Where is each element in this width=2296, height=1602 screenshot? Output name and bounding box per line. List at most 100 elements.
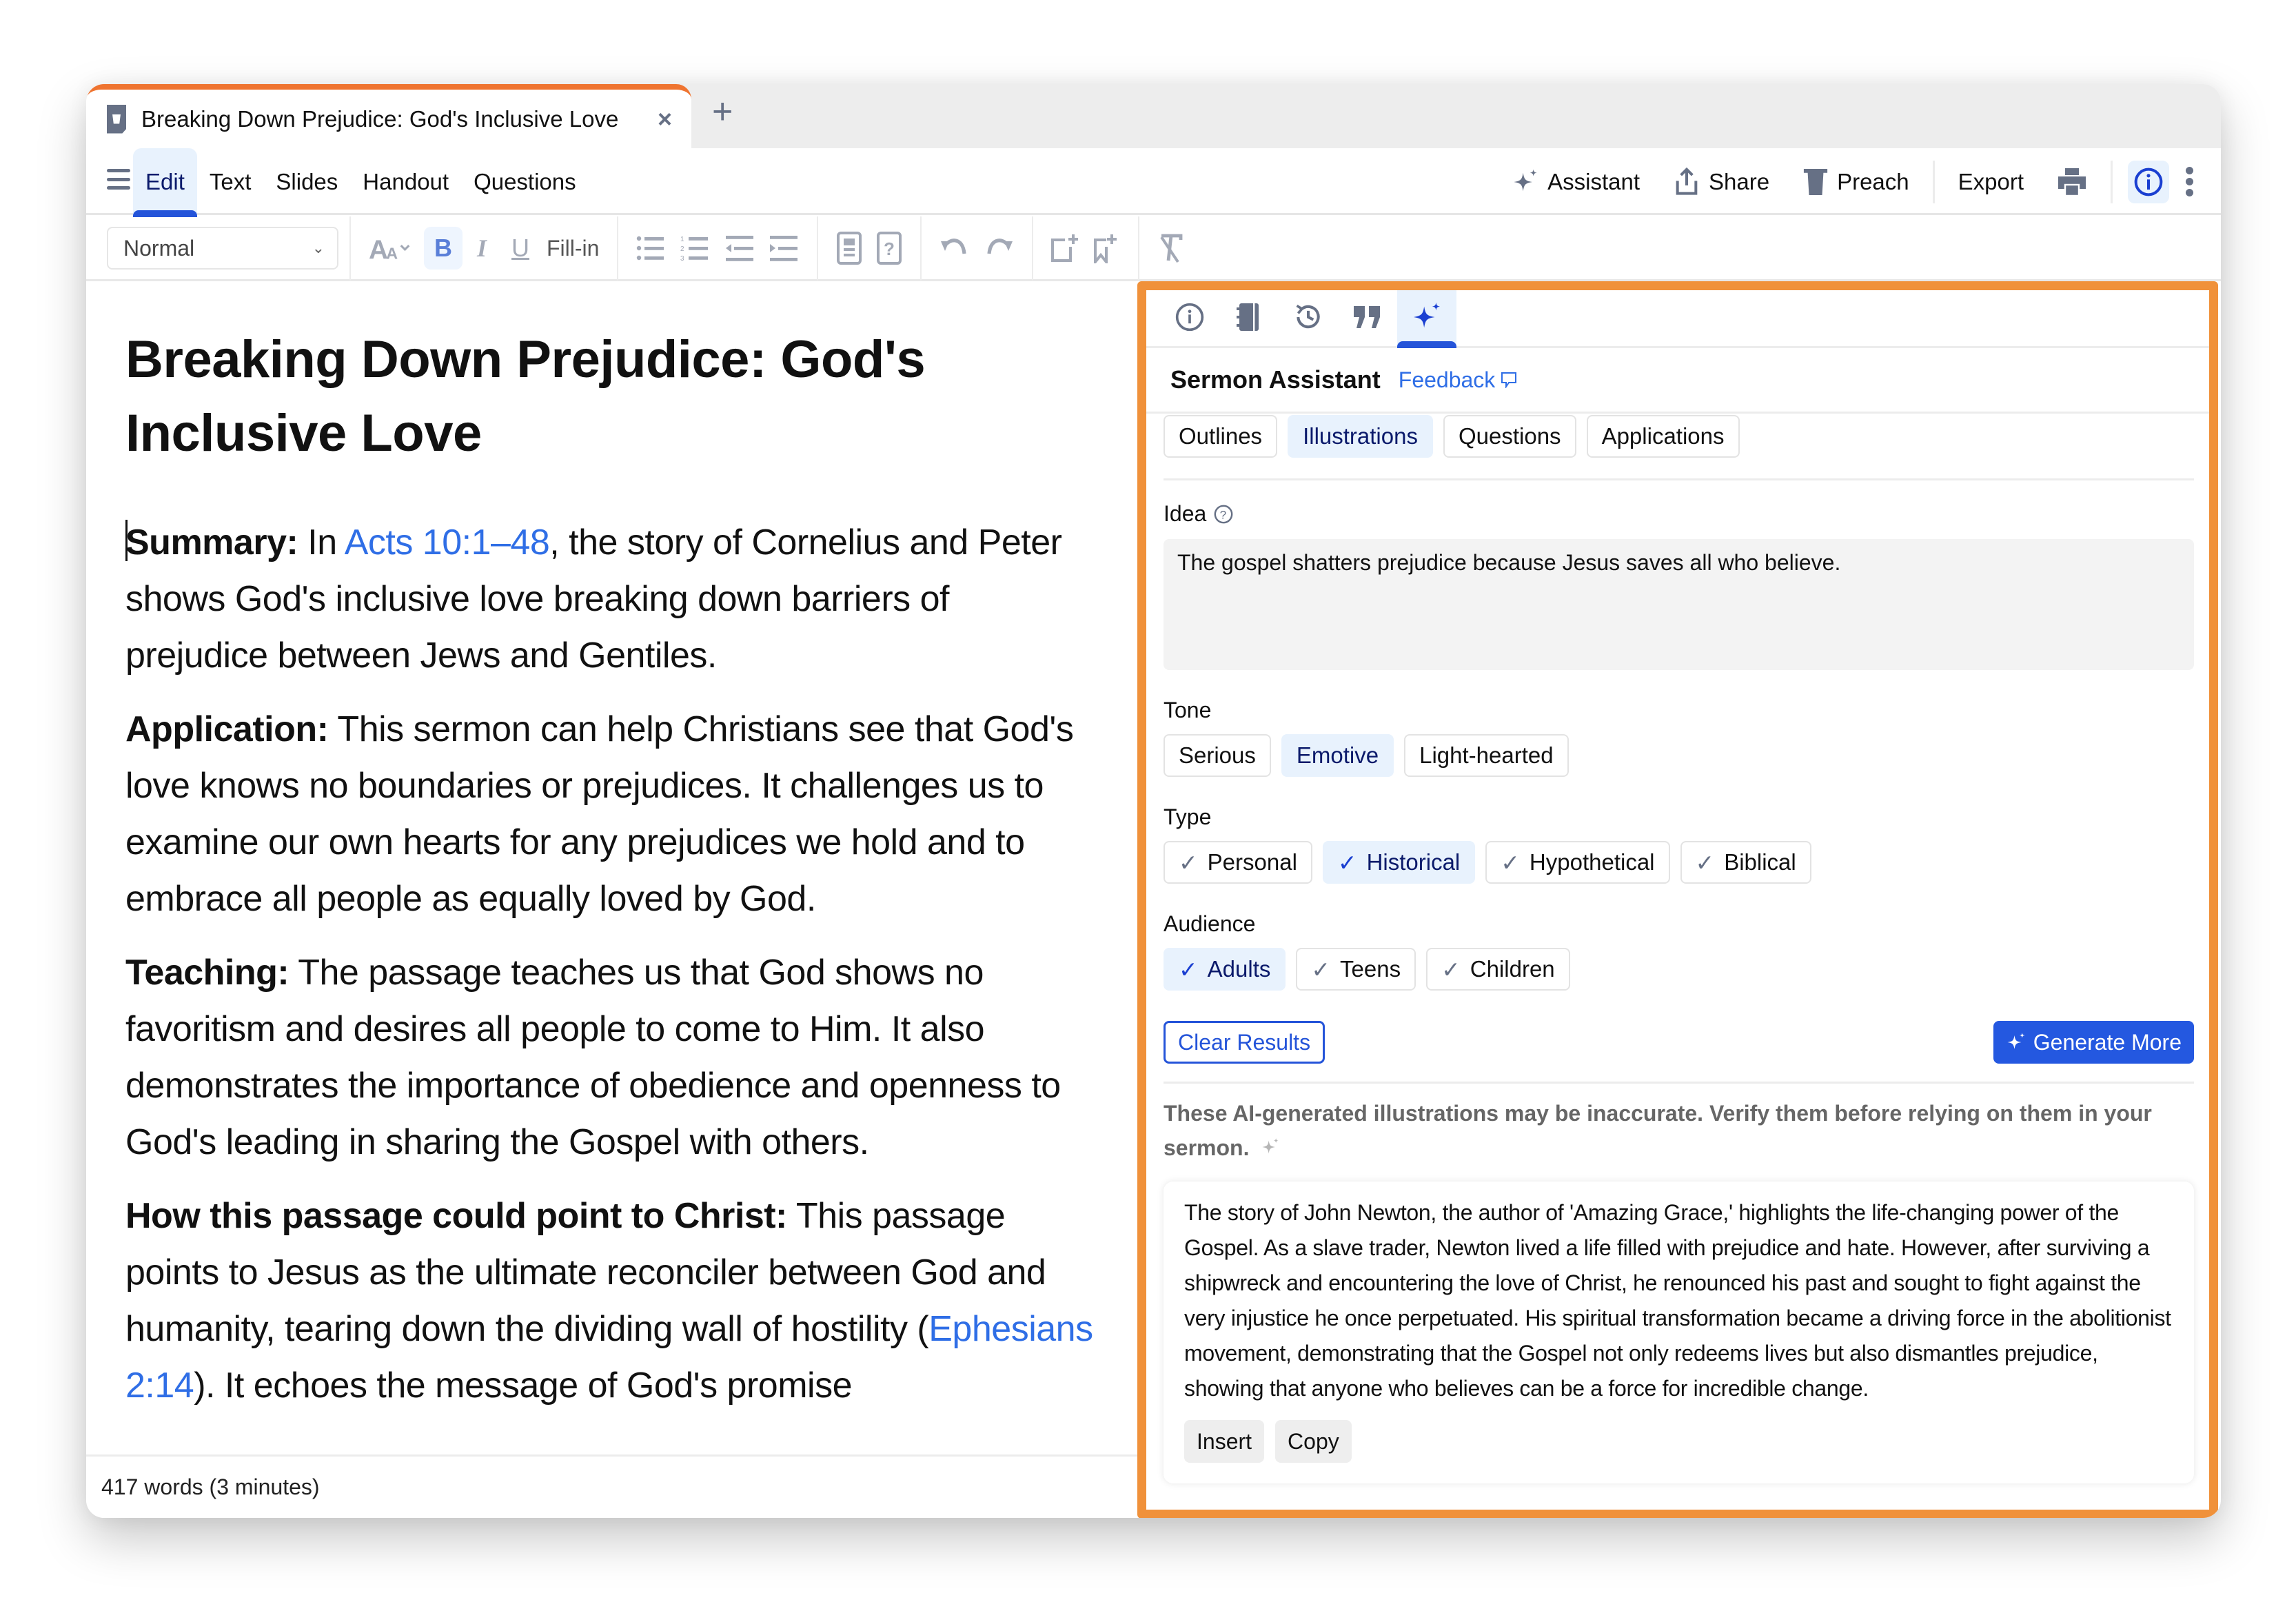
audience-adults[interactable]: ✓ Adults [1164,948,1286,991]
check-icon: ✓ [1441,956,1461,982]
tab-slides[interactable]: Slides [263,148,350,215]
type-historical[interactable]: ✓ Historical [1322,841,1476,884]
numbered-list-button[interactable]: 1 2 3 [673,227,718,270]
hamburger-menu-icon[interactable] [107,169,130,190]
bullet-list-button[interactable] [629,227,673,270]
summary-label: Summary: [125,523,298,562]
clear-results-button[interactable]: Clear Results [1164,1021,1325,1064]
clear-format-group [1138,216,1203,281]
panel-tabs [1146,290,2209,348]
type-hypothetical[interactable]: ✓ Hypothetical [1485,841,1670,884]
tab-strip: Breaking Down Prejudice: God's Inclusive… [86,84,2221,148]
insert-slide-button[interactable] [829,227,869,270]
audience-teens[interactable]: ✓ Teens [1296,948,1416,991]
tone-section: Tone Serious Emotive Light-hearted [1164,698,2194,777]
scripture-link[interactable]: Acts 10:1–48 [345,523,550,562]
document-cup-icon [107,104,126,134]
italic-button[interactable]: I [463,227,501,270]
svg-text:?: ? [884,239,895,259]
fill-in-button[interactable]: Fill-in [540,227,606,270]
preach-button[interactable]: Preach [1802,168,1909,196]
category-questions[interactable]: Questions [1443,415,1576,458]
slide-icon [837,232,862,265]
svg-text:2: 2 [680,245,684,253]
panel-tab-notebook[interactable] [1219,290,1279,346]
svg-text:?: ? [1220,508,1226,521]
tone-light-hearted[interactable]: Light-hearted [1404,734,1569,777]
copy-button[interactable]: Copy [1275,1420,1352,1463]
italic-icon: I [476,234,487,262]
application-paragraph: Application: This sermon can help Christ… [125,709,1074,919]
info-toggle-button[interactable] [2128,160,2169,203]
check-icon: ✓ [1311,956,1331,982]
undo-button[interactable] [933,227,977,270]
export-button[interactable]: Export [1958,169,2024,195]
history-icon [1296,304,1320,329]
sparkle-icon [1262,1138,1279,1154]
assistant-button[interactable]: Assistant [1512,168,1640,196]
add-box-button[interactable] [1044,227,1086,270]
teaching-paragraph: Teaching: The passage teaches us that Go… [125,953,1061,1162]
document-tab[interactable]: Breaking Down Prejudice: God's Inclusive… [86,84,691,148]
more-options-icon[interactable] [2186,167,2193,196]
tab-handout[interactable]: Handout [350,148,461,215]
category-outlines[interactable]: Outlines [1164,415,1278,458]
new-tab-button[interactable]: + [712,91,733,132]
type-biblical[interactable]: ✓ Biblical [1680,841,1811,884]
audience-children[interactable]: ✓ Children [1426,948,1570,991]
insert-button[interactable]: Insert [1184,1420,1265,1463]
clear-formatting-button[interactable] [1150,227,1192,270]
document-editor[interactable]: Breaking Down Prejudice: God's Inclusive… [86,281,1137,1454]
idea-input[interactable]: The gospel shatters prejudice because Je… [1164,539,2194,670]
audience-section: Audience ✓ Adults ✓ Teens ✓ Children [1164,911,2194,991]
category-illustrations[interactable]: Illustrations [1288,415,1433,458]
share-button[interactable]: Share [1673,167,1769,197]
assistant-label: Assistant [1547,168,1640,194]
panel-tab-info[interactable] [1160,290,1219,346]
svg-text:A: A [386,245,398,262]
insert-question-button[interactable]: ? [869,227,909,270]
bold-button[interactable]: B [424,227,463,270]
underline-button[interactable]: U [501,227,540,270]
bullet-list-icon [637,236,664,261]
tab-questions[interactable]: Questions [461,148,589,215]
font-size-icon: AA [369,236,410,262]
tone-serious[interactable]: Serious [1164,734,1271,777]
idea-label: Idea ? [1164,501,2194,527]
tone-label: Tone [1164,698,1212,722]
category-chips: Outlines Illustrations Questions Applica… [1164,414,2194,480]
history-group [920,216,1032,281]
panel-tab-assistant[interactable] [1397,290,1456,348]
sermon-assistant-panel: Sermon Assistant Feedback Outlines Illus… [1137,281,2218,1518]
generation-actions: Clear Results Generate More [1164,1021,2194,1084]
paragraph-style-select[interactable]: Normal ⌄ [107,227,338,270]
sparkle-icon [1413,302,1441,328]
tab-edit[interactable]: Edit [133,148,197,217]
font-size-button[interactable]: AA [362,227,424,270]
clear-formatting-icon [1160,234,1183,263]
outdent-button[interactable] [718,227,762,270]
tab-text[interactable]: Text [197,148,264,215]
add-bookmark-button[interactable] [1086,227,1127,270]
type-personal[interactable]: ✓ Personal [1164,841,1312,884]
help-icon[interactable]: ? [1213,504,1234,525]
status-bar: 417 words (3 minutes) [86,1454,1137,1518]
panel-tab-quotes[interactable] [1338,290,1397,346]
svg-text:3: 3 [680,255,684,262]
formatting-toolbar: Normal ⌄ AA B I U Fill-in 123 ? [86,216,2221,281]
redo-button[interactable] [977,227,1021,270]
divider [1932,160,1935,203]
summary-paragraph: Summary: In Acts 10:1–48, the story of C… [125,514,1099,684]
indent-button[interactable] [762,227,806,270]
panel-tab-history[interactable] [1279,290,1338,346]
export-label: Export [1958,168,2024,194]
feedback-link[interactable]: Feedback [1399,367,1518,393]
pulpit-icon [1802,168,1829,196]
print-button[interactable] [2057,167,2087,197]
svg-text:A: A [369,236,388,262]
close-tab-icon[interactable]: × [658,105,672,134]
add-group [1032,216,1138,281]
category-applications[interactable]: Applications [1586,415,1740,458]
generate-more-button[interactable]: Generate More [1993,1021,2194,1064]
tone-emotive[interactable]: Emotive [1281,734,1394,777]
